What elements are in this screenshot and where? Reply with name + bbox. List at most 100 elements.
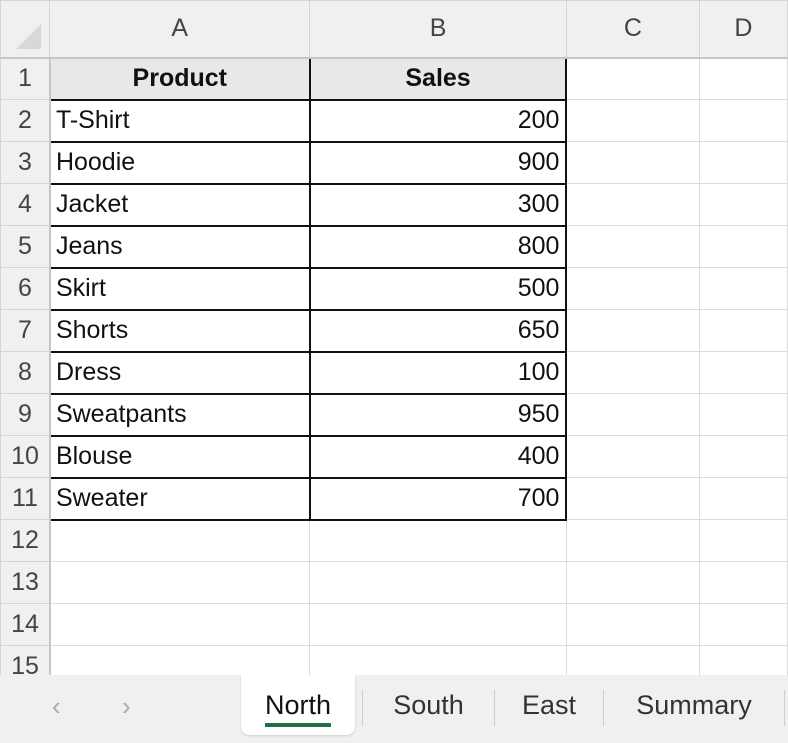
empty-cell[interactable] [698, 477, 788, 520]
product-cell[interactable]: Jacket [48, 182, 311, 227]
tab-divider [784, 690, 785, 726]
empty-cell[interactable] [565, 309, 700, 352]
row-header[interactable]: 8 [0, 351, 51, 394]
empty-cell[interactable] [565, 351, 700, 394]
empty-cell[interactable] [565, 561, 700, 604]
column-header-a[interactable]: A [49, 0, 311, 59]
column-header-row: ABCD [0, 0, 788, 59]
empty-cell[interactable] [565, 141, 700, 184]
row-header[interactable]: 6 [0, 267, 51, 310]
sheet-tab-north[interactable]: North [241, 675, 355, 735]
column-header-c[interactable]: C [565, 0, 700, 59]
sheet-tab-summary[interactable]: Summary [604, 675, 784, 735]
table-row: 4 Jacket 300 [0, 182, 788, 227]
empty-cell[interactable] [565, 183, 700, 226]
empty-cell[interactable] [698, 309, 788, 352]
sales-cell[interactable]: 100 [308, 350, 568, 395]
table-row: 3 Hoodie 900 [0, 140, 788, 185]
empty-cell[interactable] [698, 393, 788, 436]
sales-cell[interactable]: 900 [308, 140, 568, 185]
product-cell[interactable]: Sweater [48, 476, 311, 521]
tab-label: South [393, 689, 464, 720]
table-row: 9 Sweatpants 950 [0, 392, 788, 437]
prev-sheet-icon[interactable]: ‹ [52, 691, 61, 722]
empty-cell[interactable] [565, 267, 700, 310]
tab-label: East [521, 689, 577, 720]
product-cell[interactable]: Skirt [48, 266, 311, 311]
sales-cell[interactable]: 400 [308, 434, 568, 479]
empty-cell[interactable] [565, 435, 700, 478]
product-cell[interactable]: Jeans [48, 224, 311, 269]
empty-cell[interactable] [698, 519, 788, 562]
product-cell[interactable]: Sweatpants [48, 392, 311, 437]
header-cell[interactable]: Sales [308, 56, 568, 101]
sales-cell[interactable]: 800 [308, 224, 568, 269]
sheet-tab-bar: ‹ › North South East Summary [0, 675, 788, 743]
sales-cell[interactable]: 950 [308, 392, 568, 437]
row-header[interactable]: 14 [0, 603, 51, 646]
row-header[interactable]: 1 [0, 57, 51, 100]
table-row: 6 Skirt 500 [0, 266, 788, 311]
row-header[interactable]: 3 [0, 141, 51, 184]
empty-cell[interactable] [49, 519, 311, 562]
empty-cell[interactable] [49, 603, 311, 646]
empty-cell[interactable] [565, 225, 700, 268]
sales-cell[interactable]: 200 [308, 98, 568, 143]
row-header[interactable]: 4 [0, 183, 51, 226]
product-cell[interactable]: Shorts [48, 308, 311, 353]
product-cell[interactable]: Hoodie [48, 140, 311, 185]
sales-cell[interactable]: 700 [308, 476, 568, 521]
empty-cell[interactable] [698, 603, 788, 646]
spreadsheet-grid: A B C D 1 Product Sales 2 T-Shirt 200 3 Hoodie 900 4 J… [0, 0, 788, 688]
empty-cell[interactable] [309, 519, 567, 562]
empty-cell[interactable] [698, 99, 788, 142]
table-row: 11 Sweater 700 [0, 476, 788, 521]
column-header-d[interactable]: D [698, 0, 788, 59]
table-row: 8 Dress 100 [0, 350, 788, 395]
empty-cell[interactable] [565, 477, 700, 520]
empty-cell[interactable] [698, 435, 788, 478]
table-row: 14 [0, 603, 788, 646]
empty-cell[interactable] [565, 57, 700, 100]
row-header[interactable]: 10 [0, 435, 51, 478]
empty-cell[interactable] [698, 225, 788, 268]
table-row: 10 Blouse 400 [0, 434, 788, 479]
empty-cell[interactable] [698, 561, 788, 604]
row-header[interactable]: 11 [0, 477, 51, 520]
empty-cell[interactable] [49, 561, 311, 604]
sales-cell[interactable]: 300 [308, 182, 568, 227]
empty-cell[interactable] [698, 183, 788, 226]
empty-cell[interactable] [565, 519, 700, 562]
sheet-tab-south[interactable]: South [363, 675, 494, 735]
empty-cell[interactable] [309, 603, 567, 646]
header-cell[interactable]: Product [48, 56, 311, 101]
empty-cell[interactable] [698, 141, 788, 184]
next-sheet-icon[interactable]: › [122, 691, 131, 722]
tab-label: North [264, 690, 332, 727]
empty-cell[interactable] [698, 57, 788, 100]
sheet-tab-east[interactable]: East [495, 675, 603, 735]
row-header[interactable]: 7 [0, 309, 51, 352]
table-row: 5 Jeans 800 [0, 224, 788, 269]
row-header[interactable]: 2 [0, 99, 51, 142]
row-header[interactable]: 5 [0, 225, 51, 268]
product-cell[interactable]: Blouse [48, 434, 311, 479]
table-row: 12 [0, 519, 788, 562]
empty-cell[interactable] [698, 267, 788, 310]
empty-cell[interactable] [565, 603, 700, 646]
product-cell[interactable]: Dress [48, 350, 311, 395]
product-cell[interactable]: T-Shirt [48, 98, 311, 143]
sales-cell[interactable]: 650 [308, 308, 568, 353]
empty-cell[interactable] [309, 561, 567, 604]
row-header[interactable]: 12 [0, 519, 51, 562]
column-header-b[interactable]: B [309, 0, 567, 59]
empty-cell[interactable] [565, 99, 700, 142]
table-row: 1 Product Sales [0, 56, 788, 101]
table-row: 2 T-Shirt 200 [0, 98, 788, 143]
sales-cell[interactable]: 500 [308, 266, 568, 311]
row-header[interactable]: 9 [0, 393, 51, 436]
select-all-corner[interactable] [0, 0, 51, 59]
row-header[interactable]: 13 [0, 561, 51, 604]
empty-cell[interactable] [565, 393, 700, 436]
empty-cell[interactable] [698, 351, 788, 394]
